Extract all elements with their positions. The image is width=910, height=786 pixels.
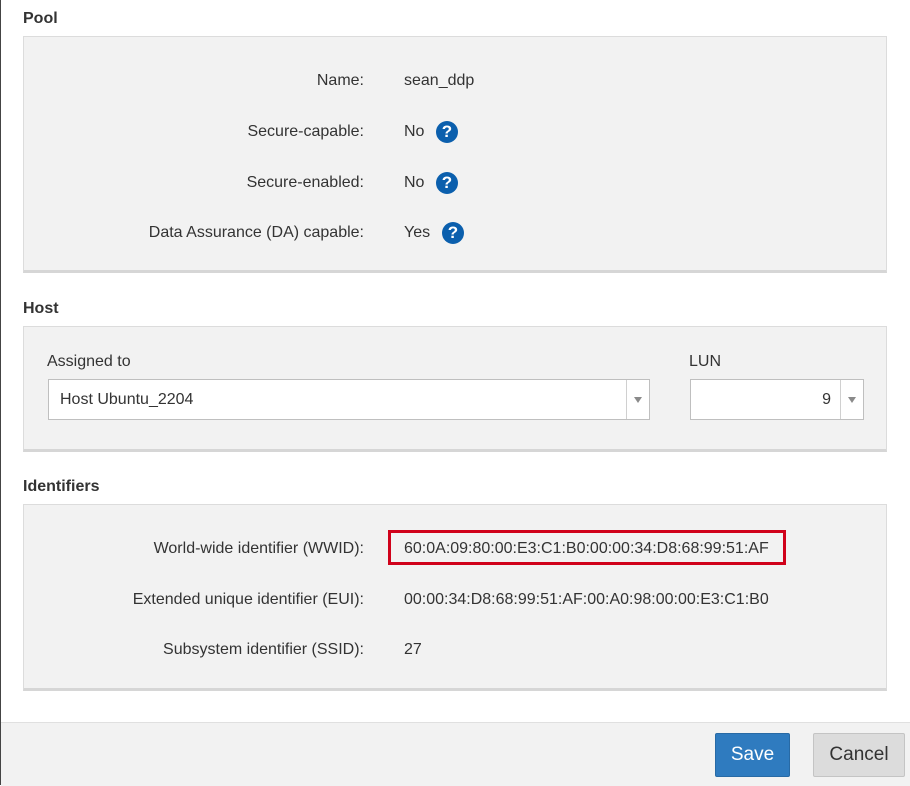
ssid-label: Subsystem identifier (SSID): bbox=[163, 641, 364, 658]
eui-value: 00:00:34:D8:68:99:51:AF:00:A0:98:00:00:E… bbox=[404, 591, 769, 608]
pool-name-value: sean_ddp bbox=[404, 72, 475, 89]
secure-enabled-help-icon[interactable]: ? bbox=[436, 172, 458, 194]
save-button[interactable]: Save bbox=[715, 733, 790, 777]
chevron-down-icon[interactable] bbox=[626, 380, 649, 419]
host-panel: Assigned to Host Ubuntu_2204 LUN 9 bbox=[23, 326, 887, 452]
lun-select[interactable]: 9 bbox=[690, 379, 864, 420]
assigned-to-label: Assigned to bbox=[47, 353, 131, 370]
wwid-label: World-wide identifier (WWID): bbox=[153, 540, 364, 557]
pool-section-title: Pool bbox=[23, 10, 58, 27]
dialog-left-border bbox=[0, 0, 1, 785]
host-section-title: Host bbox=[23, 300, 59, 317]
da-capable-help-icon[interactable]: ? bbox=[442, 222, 464, 244]
secure-capable-help-icon[interactable]: ? bbox=[436, 121, 458, 143]
lun-value: 9 bbox=[822, 391, 831, 408]
dialog-footer: Save Cancel bbox=[1, 722, 910, 786]
secure-enabled-label: Secure-enabled: bbox=[246, 174, 364, 191]
assigned-to-select[interactable]: Host Ubuntu_2204 bbox=[48, 379, 650, 420]
secure-capable-value: No bbox=[404, 123, 425, 140]
wwid-highlight-box bbox=[388, 530, 786, 565]
eui-label: Extended unique identifier (EUI): bbox=[132, 591, 364, 608]
secure-enabled-value: No bbox=[404, 174, 425, 191]
secure-capable-label: Secure-capable: bbox=[247, 123, 364, 140]
pool-panel: Name: sean_ddp Secure-capable: No ? Secu… bbox=[23, 36, 887, 273]
identifiers-section-title: Identifiers bbox=[23, 478, 100, 495]
da-capable-value: Yes bbox=[404, 224, 431, 241]
assigned-to-value: Host Ubuntu_2204 bbox=[60, 391, 194, 408]
identifiers-panel: World-wide identifier (WWID): 60:0A:09:8… bbox=[23, 504, 887, 691]
cancel-button[interactable]: Cancel bbox=[813, 733, 905, 777]
da-capable-label: Data Assurance (DA) capable: bbox=[148, 224, 364, 241]
ssid-value: 27 bbox=[404, 641, 422, 658]
pool-name-label: Name: bbox=[316, 72, 364, 89]
lun-label: LUN bbox=[689, 353, 722, 370]
chevron-down-icon[interactable] bbox=[840, 380, 863, 419]
